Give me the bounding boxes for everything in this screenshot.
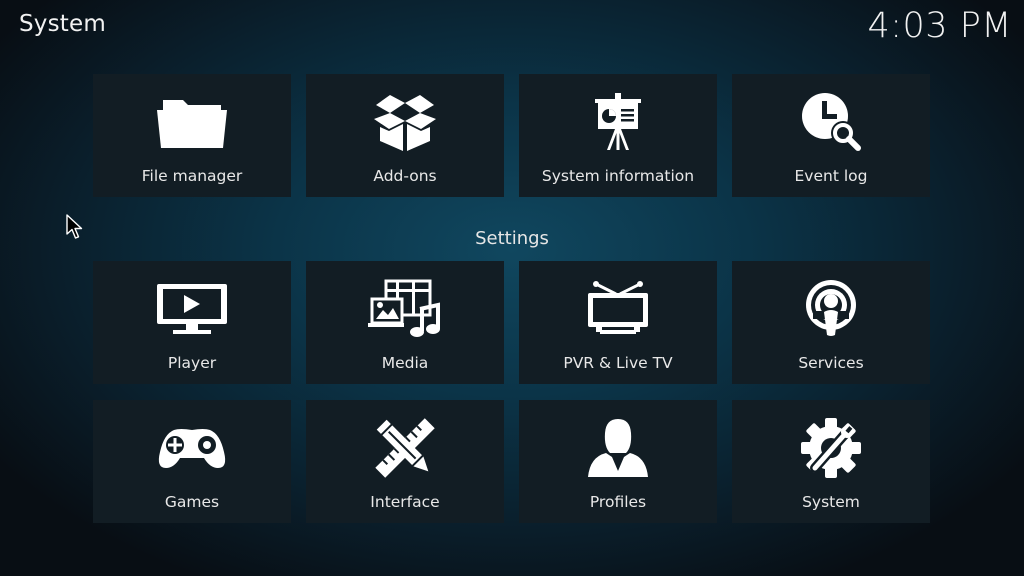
tile-profiles[interactable]: Profiles <box>519 400 717 523</box>
tile-games[interactable]: Games <box>93 400 291 523</box>
tile-interface[interactable]: Interface <box>306 400 504 523</box>
page-title: System <box>19 11 106 37</box>
tile-file-manager[interactable]: File manager <box>93 74 291 197</box>
tile-add-ons[interactable]: Add-ons <box>306 74 504 197</box>
tile-system-information[interactable]: System information <box>519 74 717 197</box>
user-profile-icon <box>588 419 648 477</box>
gamepad-icon <box>158 429 226 468</box>
podcast-icon <box>806 280 856 336</box>
clock-search-icon <box>802 93 861 151</box>
media-icon <box>368 279 440 337</box>
monitor-play-icon <box>157 284 227 334</box>
tile-label: Services <box>798 354 864 372</box>
tile-label: Media <box>381 354 429 372</box>
settings-row-2: Games Interface Profiles System <box>93 400 930 523</box>
settings-row-1: Player Media PVR & Live TV Services <box>93 261 930 384</box>
tv-antenna-icon <box>588 281 648 334</box>
tile-media[interactable]: Media <box>306 261 504 384</box>
presentation-easel-icon <box>595 93 641 150</box>
tile-label: Profiles <box>589 493 647 511</box>
tile-label: Games <box>164 493 220 511</box>
tile-label: Event log <box>794 167 868 185</box>
open-box-icon <box>374 95 436 151</box>
gear-wrench-icon <box>801 418 861 478</box>
top-row: File manager Add-ons System information … <box>93 74 930 197</box>
tile-label: Add-ons <box>373 167 437 185</box>
clock: 4:03 PM <box>867 6 1012 46</box>
tile-label: System information <box>541 167 695 185</box>
tile-label: Player <box>167 354 217 372</box>
tile-label: Interface <box>370 493 440 511</box>
tile-label: File manager <box>141 167 243 185</box>
mouse-pointer-icon <box>66 214 83 239</box>
tile-label: PVR & Live TV <box>563 354 673 372</box>
tile-event-log[interactable]: Event log <box>732 74 930 197</box>
tile-pvr-live-tv[interactable]: PVR & Live TV <box>519 261 717 384</box>
tile-player[interactable]: Player <box>93 261 291 384</box>
tile-services[interactable]: Services <box>732 261 930 384</box>
tile-system[interactable]: System <box>732 400 930 523</box>
folder-icon <box>157 100 227 148</box>
tile-label: System <box>802 493 860 511</box>
pencil-ruler-icon <box>375 418 435 478</box>
settings-heading: Settings <box>475 228 549 249</box>
